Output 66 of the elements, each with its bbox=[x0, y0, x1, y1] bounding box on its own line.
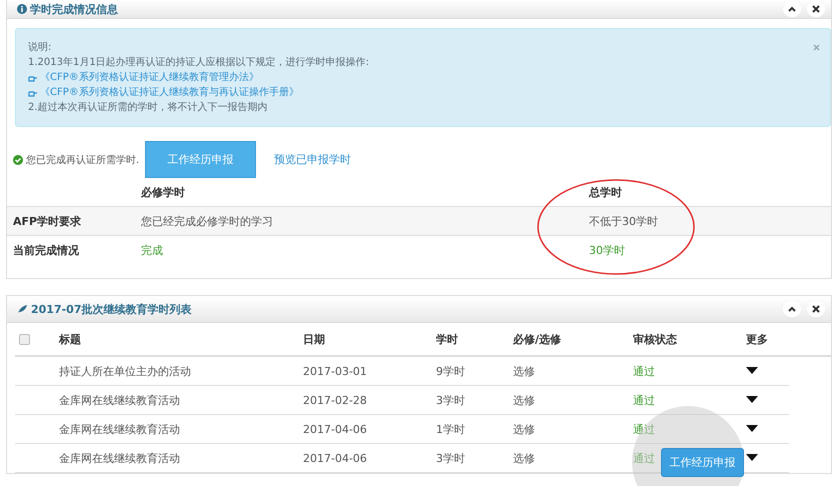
column-header: 更多 bbox=[746, 332, 768, 346]
table-cell: 通过 bbox=[633, 422, 655, 436]
table-cell: 1学时 bbox=[436, 422, 465, 436]
table-cell: 金库网在线继续教育活动 bbox=[59, 450, 180, 466]
notice-text: 1.2013年1月1日起办理再认证的持证人应根据以下规定，进行学时申报操作: bbox=[28, 56, 370, 69]
panel-title: 2017-07批次继续教育学时列表 bbox=[31, 302, 192, 316]
table-cell: 选修 bbox=[513, 450, 535, 466]
dropdown-button[interactable] bbox=[746, 425, 758, 433]
table-cell: 不低于30学时 bbox=[589, 214, 658, 228]
dropdown-button[interactable] bbox=[746, 367, 758, 375]
notice-text: 说明: bbox=[28, 41, 52, 54]
panel-title: 学时完成情况信息 bbox=[30, 2, 118, 16]
notice-text: 2.超过本次再认证所需的学时，将不计入下一报告期内 bbox=[28, 101, 269, 114]
status-text: 您已完成再认证所需学时. bbox=[26, 154, 140, 166]
dropdown-button[interactable] bbox=[746, 454, 758, 462]
select-all-checkbox[interactable] bbox=[19, 334, 30, 344]
column-header: 必修学时 bbox=[141, 184, 185, 200]
collapse-button[interactable] bbox=[783, 301, 801, 317]
table-cell: 3学时 bbox=[436, 450, 465, 466]
row-label: 当前完成情况 bbox=[13, 242, 79, 258]
table-cell: 2017-02-28 bbox=[303, 394, 367, 406]
close-icon bbox=[812, 5, 820, 13]
document-link[interactable]: 《CFP®系列资格认证持证人继续教育与再认证操作手册》 bbox=[28, 86, 810, 99]
table-cell: 2017-04-06 bbox=[303, 422, 367, 436]
column-header: 总学时 bbox=[589, 184, 622, 200]
row-label: AFP学时要求 bbox=[13, 214, 82, 228]
table-cell: 2017-03-01 bbox=[303, 364, 367, 378]
table-cell: 3学时 bbox=[436, 392, 465, 408]
leaf-icon bbox=[17, 304, 28, 314]
table-cell: 选修 bbox=[513, 364, 535, 378]
close-button[interactable] bbox=[807, 1, 825, 17]
column-header: 日期 bbox=[303, 332, 325, 346]
document-link[interactable]: 《CFP®系列资格认证持证人继续教育管理办法》 bbox=[28, 71, 810, 84]
column-header: 必修/选修 bbox=[513, 332, 562, 346]
column-header: 标题 bbox=[59, 332, 81, 346]
table-cell: 9学时 bbox=[436, 364, 465, 378]
collapse-button[interactable] bbox=[783, 1, 801, 17]
dropdown-button[interactable] bbox=[746, 396, 758, 404]
close-button[interactable] bbox=[807, 301, 825, 317]
table-cell: 选修 bbox=[513, 392, 535, 408]
caret-icon bbox=[746, 396, 758, 403]
caret-icon bbox=[746, 425, 758, 432]
table-cell: 选修 bbox=[513, 422, 535, 436]
table-cell: 通过 bbox=[633, 450, 655, 466]
caret-icon bbox=[746, 367, 758, 374]
table-cell: 持证人所在单位主办的活动 bbox=[59, 364, 191, 378]
table-cell: 完成 bbox=[141, 242, 163, 258]
table-cell: 金库网在线继续教育活动 bbox=[59, 392, 180, 408]
info-icon bbox=[17, 4, 27, 14]
column-header: 审核状态 bbox=[633, 332, 677, 346]
close-icon bbox=[813, 44, 820, 51]
apply-button[interactable]: 工作经历申报 bbox=[145, 141, 256, 178]
close-icon bbox=[812, 305, 820, 313]
table-cell: 通过 bbox=[633, 392, 655, 408]
table-cell: 通过 bbox=[633, 364, 655, 378]
table-cell: 金库网在线继续教育活动 bbox=[59, 422, 180, 436]
chevron-up-icon bbox=[788, 306, 796, 312]
table-cell: 您已经完成必修学时的学习 bbox=[141, 214, 273, 228]
apply-button[interactable]: 工作经历申报 bbox=[661, 448, 744, 477]
column-header: 学时 bbox=[436, 332, 458, 346]
check-circle-icon bbox=[13, 154, 23, 164]
table-cell: 2017-04-06 bbox=[303, 452, 367, 464]
table-cell: 30学时 bbox=[589, 242, 625, 258]
caret-icon bbox=[746, 454, 758, 461]
chevron-up-icon bbox=[788, 6, 796, 12]
preview-link[interactable]: 预览已申报学时 bbox=[274, 152, 352, 167]
